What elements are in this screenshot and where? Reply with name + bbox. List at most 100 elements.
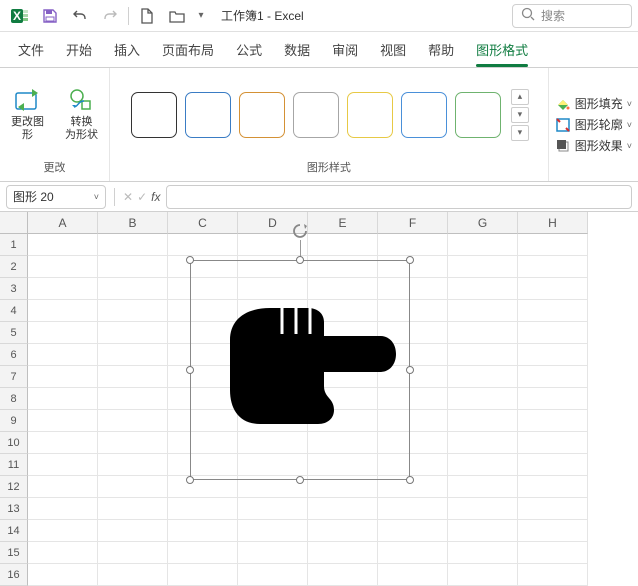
cell-G8[interactable] <box>448 388 518 410</box>
style-swatch-0[interactable] <box>131 92 177 138</box>
row-header-9[interactable]: 9 <box>0 410 28 432</box>
cell-E14[interactable] <box>308 520 378 542</box>
cell-F14[interactable] <box>378 520 448 542</box>
cell-A15[interactable] <box>28 542 98 564</box>
cell-B7[interactable] <box>98 366 168 388</box>
style-swatch-6[interactable] <box>455 92 501 138</box>
col-header-E[interactable]: E <box>308 212 378 234</box>
cell-H1[interactable] <box>518 234 588 256</box>
open-file-button[interactable] <box>163 4 191 28</box>
fx-icon[interactable]: fx <box>151 190 160 204</box>
selected-shape[interactable] <box>190 260 410 480</box>
cell-C15[interactable] <box>168 542 238 564</box>
cell-B15[interactable] <box>98 542 168 564</box>
row-header-14[interactable]: 14 <box>0 520 28 542</box>
cell-G5[interactable] <box>448 322 518 344</box>
qat-customize-button[interactable]: ▾ <box>193 4 209 28</box>
style-swatch-5[interactable] <box>401 92 447 138</box>
formula-bar[interactable] <box>166 185 632 209</box>
col-header-H[interactable]: H <box>518 212 588 234</box>
cell-H10[interactable] <box>518 432 588 454</box>
cell-B13[interactable] <box>98 498 168 520</box>
cell-B10[interactable] <box>98 432 168 454</box>
cell-B11[interactable] <box>98 454 168 476</box>
shape-outline-button[interactable]: 图形轮廓˅ <box>555 116 632 133</box>
cell-G9[interactable] <box>448 410 518 432</box>
cell-G3[interactable] <box>448 278 518 300</box>
cell-B8[interactable] <box>98 388 168 410</box>
cell-A11[interactable] <box>28 454 98 476</box>
tab-insert[interactable]: 插入 <box>104 32 150 67</box>
cell-C1[interactable] <box>168 234 238 256</box>
change-shape-button[interactable]: 更改图 形 <box>3 79 53 151</box>
cell-G6[interactable] <box>448 344 518 366</box>
row-header-1[interactable]: 1 <box>0 234 28 256</box>
tab-data[interactable]: 数据 <box>274 32 320 67</box>
row-header-11[interactable]: 11 <box>0 454 28 476</box>
accept-formula-icon[interactable]: ✓ <box>137 190 147 204</box>
cell-A13[interactable] <box>28 498 98 520</box>
search-box[interactable]: 搜索 <box>512 4 632 28</box>
cell-C13[interactable] <box>168 498 238 520</box>
cell-E13[interactable] <box>308 498 378 520</box>
name-box[interactable]: 图形 20 ˅ <box>6 185 106 209</box>
tab-file[interactable]: 文件 <box>8 32 54 67</box>
row-header-4[interactable]: 4 <box>0 300 28 322</box>
cell-H5[interactable] <box>518 322 588 344</box>
cell-D16[interactable] <box>238 564 308 586</box>
gallery-scroll-2[interactable]: ▾ <box>511 125 529 141</box>
cell-B14[interactable] <box>98 520 168 542</box>
cell-A7[interactable] <box>28 366 98 388</box>
tab-page-layout[interactable]: 页面布局 <box>152 32 224 67</box>
rotate-handle[interactable] <box>291 222 309 243</box>
row-header-3[interactable]: 3 <box>0 278 28 300</box>
col-header-A[interactable]: A <box>28 212 98 234</box>
row-header-7[interactable]: 7 <box>0 366 28 388</box>
tab-view[interactable]: 视图 <box>370 32 416 67</box>
cell-H12[interactable] <box>518 476 588 498</box>
cell-H3[interactable] <box>518 278 588 300</box>
cell-A8[interactable] <box>28 388 98 410</box>
cell-H9[interactable] <box>518 410 588 432</box>
cancel-formula-icon[interactable]: ✕ <box>123 190 133 204</box>
new-file-button[interactable] <box>133 4 161 28</box>
cell-F15[interactable] <box>378 542 448 564</box>
cell-C16[interactable] <box>168 564 238 586</box>
cell-A16[interactable] <box>28 564 98 586</box>
cell-E15[interactable] <box>308 542 378 564</box>
style-swatch-4[interactable] <box>347 92 393 138</box>
cell-B1[interactable] <box>98 234 168 256</box>
shape-effects-button[interactable]: 图形效果˅ <box>555 137 632 154</box>
cell-E1[interactable] <box>308 234 378 256</box>
shape-fill-button[interactable]: 图形填充˅ <box>555 95 632 112</box>
row-header-13[interactable]: 13 <box>0 498 28 520</box>
undo-button[interactable] <box>66 4 94 28</box>
gallery-scroll-0[interactable]: ▴ <box>511 89 529 105</box>
cell-H6[interactable] <box>518 344 588 366</box>
cell-B12[interactable] <box>98 476 168 498</box>
cell-B2[interactable] <box>98 256 168 278</box>
cell-A6[interactable] <box>28 344 98 366</box>
cell-A2[interactable] <box>28 256 98 278</box>
cell-H7[interactable] <box>518 366 588 388</box>
row-header-6[interactable]: 6 <box>0 344 28 366</box>
cell-G15[interactable] <box>448 542 518 564</box>
cell-G7[interactable] <box>448 366 518 388</box>
cell-F1[interactable] <box>378 234 448 256</box>
cell-H16[interactable] <box>518 564 588 586</box>
cell-B16[interactable] <box>98 564 168 586</box>
cell-H8[interactable] <box>518 388 588 410</box>
cell-C14[interactable] <box>168 520 238 542</box>
row-header-2[interactable]: 2 <box>0 256 28 278</box>
col-header-G[interactable]: G <box>448 212 518 234</box>
col-header-F[interactable]: F <box>378 212 448 234</box>
gallery-scroll-1[interactable]: ▾ <box>511 107 529 123</box>
cell-D14[interactable] <box>238 520 308 542</box>
cell-D15[interactable] <box>238 542 308 564</box>
cell-B3[interactable] <box>98 278 168 300</box>
cell-F16[interactable] <box>378 564 448 586</box>
style-swatch-3[interactable] <box>293 92 339 138</box>
tab-formula[interactable]: 公式 <box>226 32 272 67</box>
style-swatch-1[interactable] <box>185 92 231 138</box>
cell-A5[interactable] <box>28 322 98 344</box>
